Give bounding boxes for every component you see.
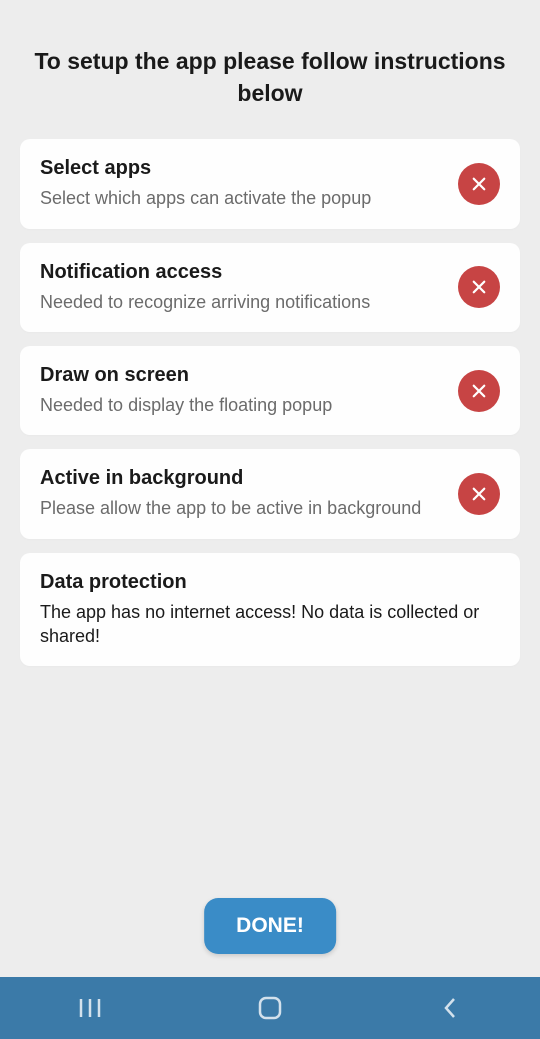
- done-button[interactable]: DONE!: [204, 898, 336, 954]
- card-desc: Needed to display the floating popup: [40, 393, 442, 417]
- card-title: Select apps: [40, 157, 442, 180]
- card-text: Data protection The app has no internet …: [40, 571, 500, 649]
- page-title: To setup the app please follow instructi…: [0, 0, 540, 139]
- card-select-apps[interactable]: Select apps Select which apps can activa…: [20, 139, 520, 228]
- card-desc: The app has no internet access! No data …: [40, 600, 500, 649]
- home-button[interactable]: [230, 988, 310, 1028]
- card-active-background[interactable]: Active in background Please allow the ap…: [20, 449, 520, 538]
- card-desc: Select which apps can activate the popup: [40, 186, 442, 210]
- setup-cards-list: Select apps Select which apps can activa…: [0, 139, 540, 666]
- back-button[interactable]: [410, 988, 490, 1028]
- card-desc: Needed to recognize arriving notificatio…: [40, 290, 442, 314]
- card-notification-access[interactable]: Notification access Needed to recognize …: [20, 243, 520, 332]
- close-icon: [458, 473, 500, 515]
- card-title: Draw on screen: [40, 364, 442, 387]
- close-icon: [458, 370, 500, 412]
- card-desc: Please allow the app to be active in bac…: [40, 496, 442, 520]
- card-data-protection: Data protection The app has no internet …: [20, 553, 520, 667]
- close-icon: [458, 163, 500, 205]
- recent-apps-button[interactable]: [50, 988, 130, 1028]
- card-text: Notification access Needed to recognize …: [40, 261, 442, 314]
- card-text: Select apps Select which apps can activa…: [40, 157, 442, 210]
- close-icon: [458, 266, 500, 308]
- card-draw-on-screen[interactable]: Draw on screen Needed to display the flo…: [20, 346, 520, 435]
- card-text: Active in background Please allow the ap…: [40, 467, 442, 520]
- card-title: Notification access: [40, 261, 442, 284]
- card-text: Draw on screen Needed to display the flo…: [40, 364, 442, 417]
- card-title: Data protection: [40, 571, 500, 594]
- card-title: Active in background: [40, 467, 442, 490]
- system-navbar: [0, 977, 540, 1039]
